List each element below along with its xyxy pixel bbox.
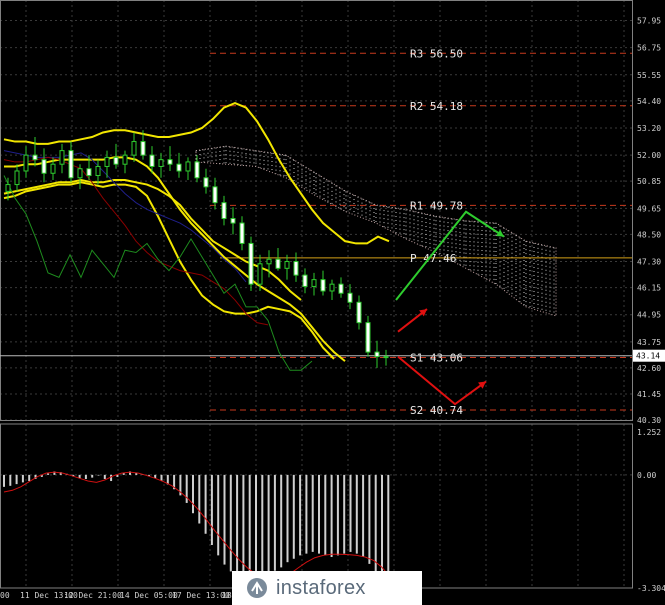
pivot-level-label: R3 56.50 [410, 47, 463, 60]
candle-body [365, 322, 371, 353]
instaforex-watermark[interactable]: instaforex [232, 571, 422, 605]
osc-y-tick-label: 1.252 [637, 428, 661, 437]
price-chart: R3 56.50R2 54.18R1 49.78P 47.46S1 43.06S… [0, 0, 665, 600]
indicator-line [4, 156, 346, 362]
current-price-label: 43.14 [636, 352, 660, 361]
candle-body [113, 156, 119, 165]
instaforex-brand-text: instaforex [276, 576, 366, 599]
candle-body [284, 261, 290, 269]
candle-body [221, 202, 227, 220]
pivot-level-label: S2 40.74 [410, 404, 463, 417]
candle-body [50, 163, 56, 174]
candle-body [329, 283, 335, 292]
candle-body [23, 154, 29, 172]
candle-body [356, 301, 362, 324]
candle-body [374, 351, 380, 358]
candle-body [140, 141, 146, 156]
y-tick-label: 53.20 [637, 124, 661, 133]
y-tick-label: 54.40 [637, 97, 661, 106]
y-tick-label: 41.45 [637, 390, 661, 399]
indicator-line [3, 175, 313, 371]
candle-body [311, 279, 317, 287]
candle-body [122, 154, 128, 165]
instaforex-logo-icon [247, 578, 267, 598]
y-tick-label: 40.30 [637, 416, 661, 425]
candle-body [347, 292, 353, 303]
y-tick-label: 46.15 [637, 284, 661, 293]
y-tick-label: 57.95 [637, 16, 661, 25]
candle-body [95, 165, 101, 177]
candle-body [176, 163, 182, 172]
candle-body [167, 159, 173, 165]
x-tick-label: 00 [0, 591, 10, 600]
pivot-level-label: R2 54.18 [410, 100, 463, 113]
candle-body [275, 258, 281, 269]
candle-body [239, 222, 245, 244]
candle-body [383, 356, 389, 359]
candle-body [59, 150, 65, 165]
candle-body [266, 258, 272, 265]
y-tick-label: 43.75 [637, 338, 661, 347]
osc-y-tick-label: -3.304 [637, 584, 665, 593]
candle-body [14, 170, 20, 186]
y-tick-label: 56.75 [637, 44, 661, 53]
y-tick-label: 55.55 [637, 71, 661, 80]
candle-body [293, 261, 299, 276]
x-tick-label: 12 Dec 21:00 [64, 591, 122, 600]
candle-body [77, 168, 83, 179]
candle-body [104, 156, 110, 167]
candle-body [41, 159, 47, 174]
candle-body [248, 242, 254, 285]
osc-y-tick-label: 0.00 [637, 471, 656, 480]
y-tick-label: 50.85 [637, 177, 661, 186]
candle-body [86, 168, 92, 177]
candle-body [338, 283, 344, 294]
candle-body [5, 184, 11, 192]
pivot-level-label: S1 43.06 [410, 352, 463, 365]
candle-body [230, 218, 236, 224]
ichimoku-cloud [195, 145, 557, 317]
candle-body [302, 274, 308, 287]
y-tick-label: 42.60 [637, 364, 661, 373]
chart-root: R3 56.50 R2 54.18 R1 49.78 P 47.46 S1 43.06 S… [0, 0, 665, 605]
candle-body [194, 161, 200, 179]
candle-body [131, 141, 137, 156]
candle-body [320, 279, 326, 292]
candle-body [203, 177, 209, 188]
candle-body [257, 263, 263, 285]
osc-pane-frame [0, 423, 633, 589]
y-tick-label: 52.00 [637, 151, 661, 160]
candle-body [212, 186, 218, 204]
y-tick-label: 49.65 [637, 204, 661, 213]
candle-body [185, 161, 191, 172]
candle-body [68, 150, 74, 179]
x-tick-label: 14 Dec 05:00 [120, 591, 178, 600]
candle-body [32, 154, 38, 161]
pivot-level-label: R1 49.78 [410, 199, 463, 212]
main-pane-frame [0, 0, 633, 421]
candle-body [158, 159, 164, 167]
candle-body [149, 154, 155, 167]
y-tick-label: 47.30 [637, 258, 661, 267]
y-tick-label: 44.95 [637, 311, 661, 320]
y-tick-label: 48.50 [637, 230, 661, 239]
